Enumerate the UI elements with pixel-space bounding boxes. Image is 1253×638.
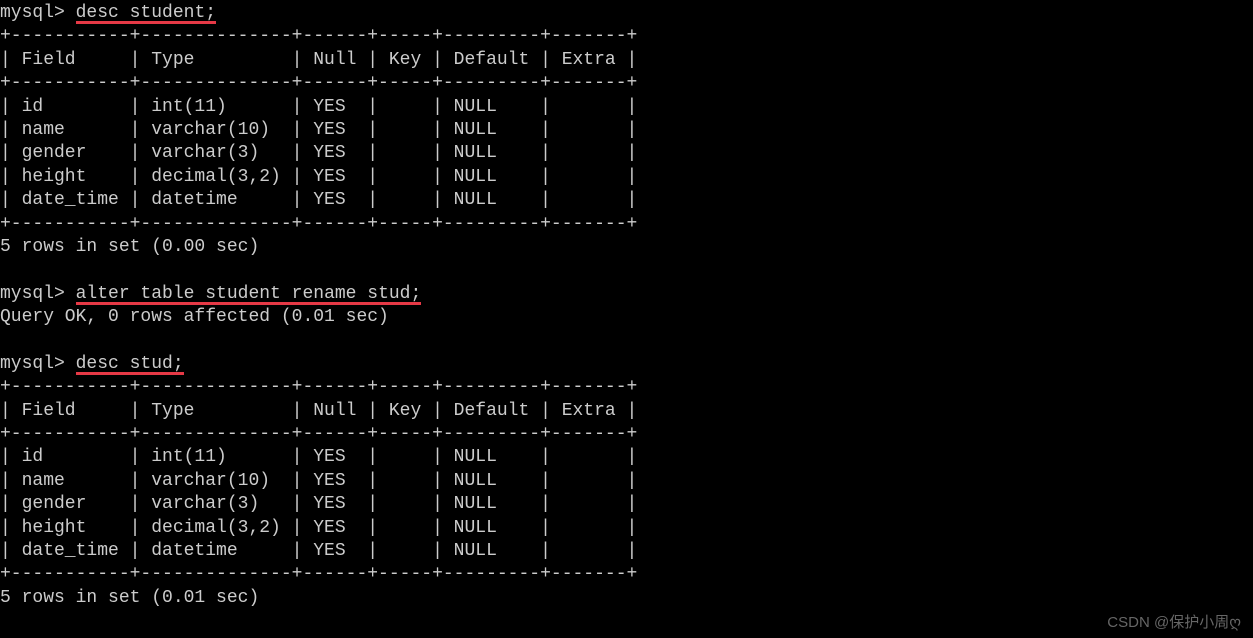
table1-header: | Field | Type | Null | Key | Default | … <box>0 49 1253 72</box>
prompt: mysql> <box>0 3 76 23</box>
command-3: desc stud; <box>76 354 184 374</box>
table1-row-4: | date_time | datetime | YES | | NULL | … <box>0 189 1253 212</box>
table1-row-0: | id | int(11) | YES | | NULL | | <box>0 96 1253 119</box>
prompt-line-3: mysql> desc stud; <box>0 353 1253 376</box>
rows-in-set-2: 5 rows in set (0.01 sec) <box>0 587 1253 610</box>
table2-header: | Field | Type | Null | Key | Default | … <box>0 400 1253 423</box>
table2-border-top: +-----------+--------------+------+-----… <box>0 376 1253 399</box>
blank-2 <box>0 329 1253 352</box>
table2-border-mid: +-----------+--------------+------+-----… <box>0 423 1253 446</box>
prompt-line-2: mysql> alter table student rename stud; <box>0 283 1253 306</box>
table1-row-1: | name | varchar(10) | YES | | NULL | | <box>0 119 1253 142</box>
table1-border-mid: +-----------+--------------+------+-----… <box>0 72 1253 95</box>
prompt: mysql> <box>0 284 76 304</box>
table1-row-3: | height | decimal(3,2) | YES | | NULL |… <box>0 166 1253 189</box>
table2-row-1: | name | varchar(10) | YES | | NULL | | <box>0 470 1253 493</box>
table1-border-bot: +-----------+--------------+------+-----… <box>0 213 1253 236</box>
watermark: CSDN @保护小周ღ <box>1107 613 1241 633</box>
table2-row-4: | date_time | datetime | YES | | NULL | … <box>0 540 1253 563</box>
blank-1 <box>0 259 1253 282</box>
prompt: mysql> <box>0 354 76 374</box>
table2-row-3: | height | decimal(3,2) | YES | | NULL |… <box>0 517 1253 540</box>
table2-row-0: | id | int(11) | YES | | NULL | | <box>0 446 1253 469</box>
table1-border-top: +-----------+--------------+------+-----… <box>0 25 1253 48</box>
rows-in-set-1: 5 rows in set (0.00 sec) <box>0 236 1253 259</box>
table1-row-2: | gender | varchar(3) | YES | | NULL | | <box>0 142 1253 165</box>
command-2: alter table student rename stud; <box>76 284 422 304</box>
command-1: desc student; <box>76 3 216 23</box>
query-ok: Query OK, 0 rows affected (0.01 sec) <box>0 306 1253 329</box>
table2-border-bot: +-----------+--------------+------+-----… <box>0 563 1253 586</box>
table2-row-2: | gender | varchar(3) | YES | | NULL | | <box>0 493 1253 516</box>
prompt-line-1: mysql> desc student; <box>0 2 1253 25</box>
